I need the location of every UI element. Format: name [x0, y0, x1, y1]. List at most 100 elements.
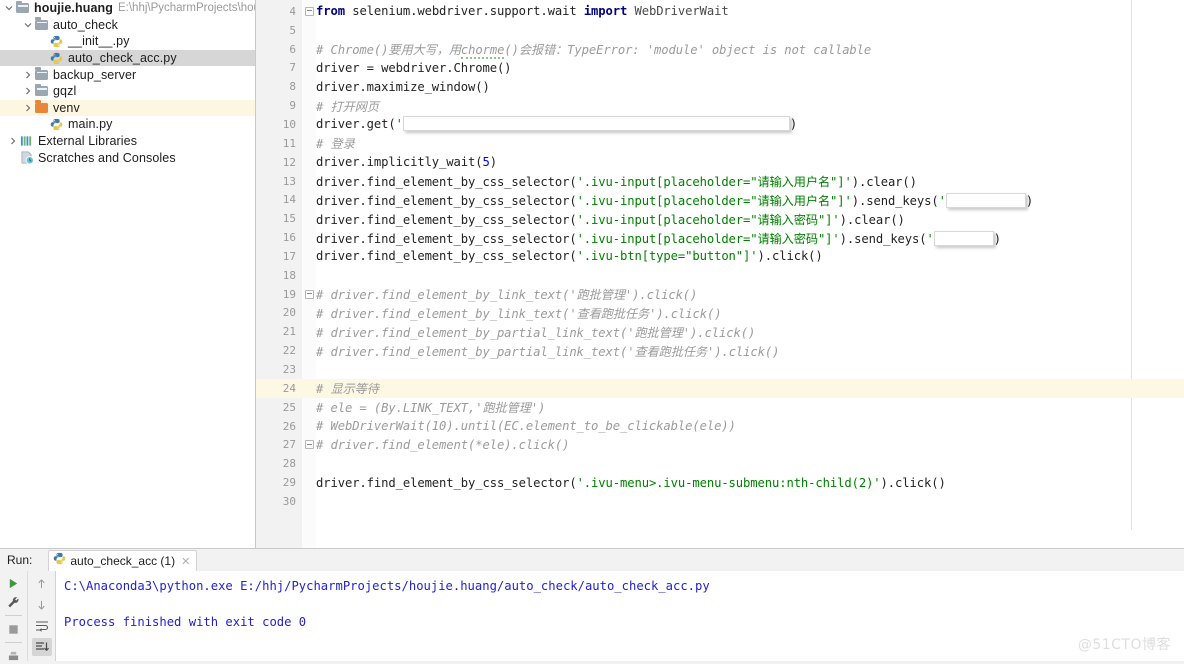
code-line[interactable]: 15 driver.find_element_by_css_selector('.… — [256, 209, 1184, 228]
tree-item--init-py[interactable]: __init__.py — [0, 33, 255, 50]
fold-marker-icon[interactable] — [302, 440, 316, 450]
code-text: # driver.find_element_by_partial_link_te… — [316, 344, 780, 359]
code-line[interactable]: 26 # WebDriverWait(10).until(EC.element_t… — [256, 417, 1184, 436]
code-line[interactable]: 12 driver.implicitly_wait(5) — [256, 153, 1184, 172]
code-line[interactable]: 20 # driver.find_element_by_link_text('查看… — [256, 304, 1184, 323]
code-line[interactable]: 25 # ele = (By.LINK_TEXT,'跑批管理') — [256, 398, 1184, 417]
scratches-icon — [19, 151, 34, 165]
run-tab-label: auto_check_acc (1) — [70, 554, 176, 568]
folder-excluded-icon — [34, 100, 49, 115]
python-file-icon — [49, 51, 64, 65]
fold-marker-icon[interactable] — [302, 289, 316, 299]
code-line[interactable]: 21 # driver.find_element_by_partial_link_… — [256, 322, 1184, 341]
redacted-value — [933, 230, 994, 246]
project-path-note: E:\hhj\PycharmProjects\houjie — [117, 2, 255, 15]
tree-item-venv[interactable]: venv — [0, 99, 255, 117]
watermark: @51CTO博客 — [1077, 637, 1171, 653]
next-occurrence-button[interactable] — [32, 596, 52, 614]
code-line[interactable]: 5 — [256, 21, 1184, 40]
line-number: 12 — [282, 155, 296, 169]
fold-marker-icon[interactable] — [302, 6, 316, 16]
code-text: # ele = (By.LINK_TEXT,'跑批管理') — [316, 401, 546, 416]
soft-wrap-button[interactable] — [32, 617, 52, 635]
code-line[interactable]: 10 driver.get(') — [256, 115, 1184, 134]
tree-item-label: houjie.huang — [34, 1, 113, 16]
code-line[interactable]: 28 — [256, 454, 1184, 473]
code-line[interactable]: 19 # driver.find_element_by_link_text('跑批… — [256, 285, 1184, 304]
code-text: # 打开网页 — [316, 99, 379, 114]
code-line[interactable]: 14 driver.find_element_by_css_selector('.… — [256, 191, 1184, 210]
code-line[interactable]: 27 # driver.find_element(*ele).click() — [256, 436, 1184, 455]
code-line[interactable]: 9 # 打开网页 — [256, 96, 1184, 115]
tree-item-gqzl[interactable]: gqzl — [0, 83, 255, 100]
code-text: # Chrome()要用大写，用chorme()会报错：TypeError: '… — [316, 43, 872, 60]
run-tool-window: Run: auto_check_acc (1) ✕ C:\Anaconda3\p… — [0, 548, 1184, 664]
line-number: 27 — [282, 438, 296, 452]
close-icon[interactable]: ✕ — [181, 555, 190, 568]
code-line[interactable]: 8 driver.maximize_window() — [256, 77, 1184, 96]
code-line[interactable]: 11 # 登录 — [256, 134, 1184, 153]
code-text: driver.find_element_by_css_selector('.iv… — [316, 475, 946, 490]
code-editor[interactable]: 4 from selenium.webdriver.support.wait im… — [256, 0, 1184, 548]
code-text: driver.maximize_window() — [316, 79, 490, 94]
tree-item-label: gqzl — [53, 84, 77, 99]
code-line[interactable]: 4 from selenium.webdriver.support.wait im… — [256, 2, 1184, 21]
debug-settings-button[interactable] — [4, 594, 24, 610]
scroll-to-end-button[interactable] — [31, 638, 52, 656]
code-line[interactable]: 17 driver.find_element_by_css_selector('.… — [256, 247, 1184, 266]
code-lines[interactable]: 4 from selenium.webdriver.support.wait im… — [256, 0, 1184, 548]
python-file-icon — [49, 117, 64, 131]
tree-item-auto-check-acc-py[interactable]: auto_check_acc.py — [0, 49, 255, 67]
run-configuration-tab[interactable]: auto_check_acc (1) ✕ — [48, 549, 198, 573]
code-line[interactable]: 30 — [256, 492, 1184, 511]
previous-occurrence-button[interactable] — [32, 575, 52, 593]
code-text: # driver.find_element_by_partial_link_te… — [316, 325, 756, 340]
code-line[interactable]: 23 — [256, 360, 1184, 379]
code-text: # driver.find_element_by_link_text('查看跑批… — [316, 306, 722, 321]
code-text: from selenium.webdriver.support.wait imp… — [316, 4, 729, 19]
console-result: Process finished with exit code 0 — [64, 615, 307, 629]
code-line[interactable]: 16 driver.find_element_by_css_selector('.… — [256, 228, 1184, 247]
libraries-icon — [19, 134, 34, 148]
line-number: 4 — [289, 4, 296, 18]
line-number: 5 — [289, 23, 296, 37]
folder-icon — [34, 17, 49, 32]
code-line[interactable]: 24 # 显示等待 — [256, 379, 1184, 398]
tree-item-backup-server[interactable]: backup_server — [0, 66, 255, 83]
code-text: driver = webdriver.Chrome() — [316, 60, 512, 75]
tree-item-houjie-huang[interactable]: houjie.huang E:\hhj\PycharmProjects\houji… — [0, 0, 255, 17]
line-number: 23 — [282, 363, 296, 377]
line-number: 15 — [282, 212, 296, 226]
code-text: # driver.find_element(*ele).click() — [316, 437, 570, 452]
code-line[interactable]: 22 # driver.find_element_by_partial_link_… — [256, 341, 1184, 360]
code-text: driver.find_element_by_css_selector('.iv… — [316, 230, 1002, 246]
code-text: driver.find_element_by_css_selector('.iv… — [316, 212, 905, 227]
code-text: driver.implicitly_wait(5) — [316, 155, 497, 170]
line-number: 8 — [289, 80, 296, 94]
tree-item-label: External Libraries — [38, 134, 138, 149]
code-text: # driver.find_element_by_link_text('跑批管理… — [316, 288, 698, 303]
tree-item-external-libraries[interactable]: External Libraries — [0, 133, 255, 150]
line-number: 6 — [289, 42, 296, 56]
tree-item-label: auto_check — [53, 17, 118, 32]
code-text: driver.get(') — [316, 115, 798, 131]
run-header: Run: auto_check_acc (1) ✕ — [0, 549, 1184, 573]
tree-item-auto-check[interactable]: auto_check — [0, 17, 255, 34]
line-number: 21 — [282, 325, 296, 339]
stop-button[interactable] — [4, 621, 24, 637]
toolbar-separator — [5, 642, 22, 643]
line-number: 30 — [282, 494, 296, 508]
code-line[interactable]: 7 driver = webdriver.Chrome() — [256, 59, 1184, 78]
run-label: Run: — [7, 553, 33, 567]
code-text: # 登录 — [316, 137, 355, 152]
code-line[interactable]: 13 driver.find_element_by_css_selector('.… — [256, 172, 1184, 191]
code-line[interactable]: 29 driver.find_element_by_css_selector('.… — [256, 473, 1184, 492]
tree-item-scratches-and-consoles[interactable]: Scratches and Consoles — [0, 149, 255, 166]
code-line[interactable]: 18 — [256, 266, 1184, 285]
code-line[interactable]: 6 # Chrome()要用大写，用chorme()会报错：TypeError: … — [256, 40, 1184, 60]
console-output[interactable]: C:\Anaconda3\python.exe E:/hhj/PycharmPr… — [56, 571, 1184, 664]
tree-item-main-py[interactable]: main.py — [0, 116, 255, 133]
line-number: 26 — [282, 419, 296, 433]
project-tree-panel: houjie.huang E:\hhj\PycharmProjects\houji… — [0, 0, 256, 548]
rerun-button[interactable] — [4, 575, 24, 591]
